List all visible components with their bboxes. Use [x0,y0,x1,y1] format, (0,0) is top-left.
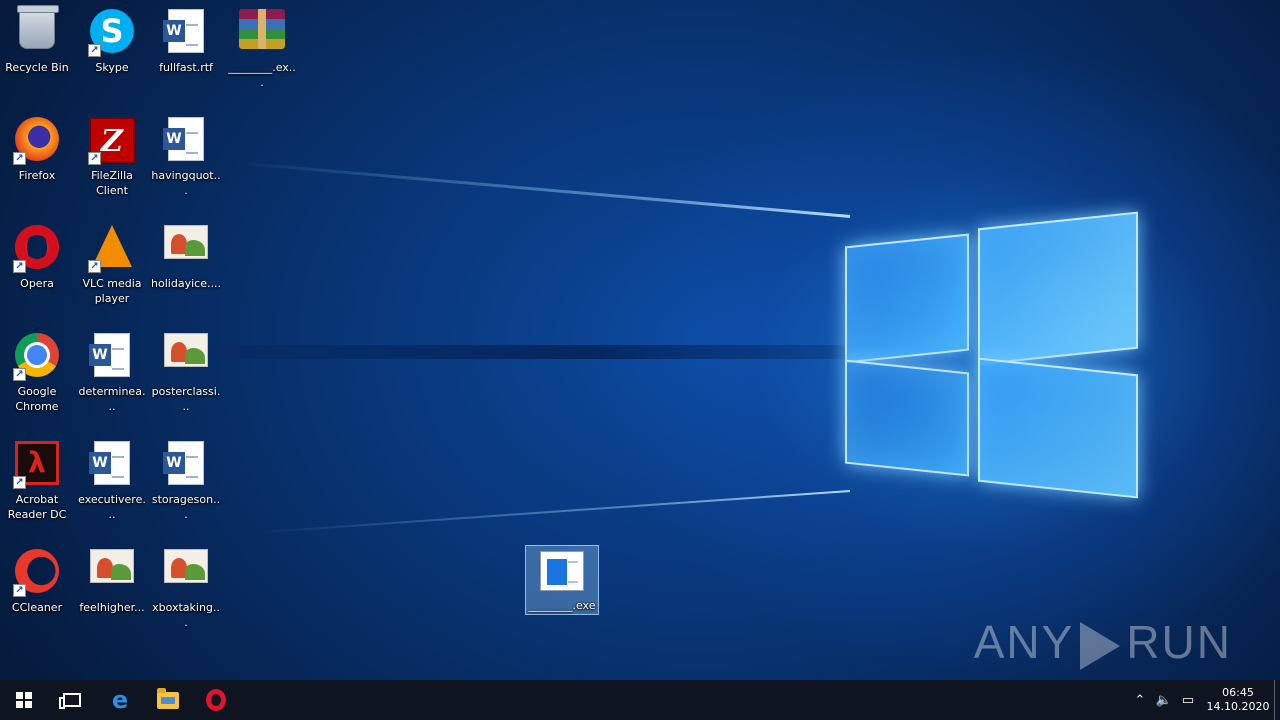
firefox-icon: ↗ [13,117,61,165]
desktop-icon-document[interactable]: havingquot... [149,110,223,210]
desktop-icon-document[interactable]: determinea... [75,326,149,426]
desktop-icon-filezilla[interactable]: Z ↗ FileZilla Client [75,110,149,210]
desktop-icon-label: CCleaner [11,601,63,614]
desktop-icon-label: posterclassi... [151,385,221,413]
ccleaner-icon: ↗ [13,549,61,597]
desktop-icon-label: xboxtaking... [152,601,220,629]
word-document-icon [162,441,210,489]
wallpaper-windows-logo-pane [845,359,969,477]
desktop-icon-label: Acrobat Reader DC [7,493,67,521]
desktop-icon-image[interactable]: posterclassi... [149,326,223,426]
anyrun-watermark: ANY RUN [974,616,1232,670]
desktop-icon-label: ________.exe [528,599,596,612]
start-button[interactable] [0,680,48,720]
system-tray: ⌃ 🔈 ▭ 06:45 14.10.2020 [1128,680,1280,720]
winrar-archive-icon [238,9,286,57]
desktop-icon-recycle-bin[interactable]: Recycle Bin [0,2,74,102]
windows-logo-icon [16,692,32,708]
desktop-icon-label: Firefox [18,169,56,182]
edge-icon: e [111,686,129,714]
desktop-icon-document[interactable]: storageson... [149,434,223,534]
shortcut-arrow-icon: ↗ [13,368,26,381]
desktop-icon-label: executivere... [78,493,146,521]
image-file-icon [162,549,210,597]
watermark-text-right: RUN [1126,616,1232,669]
shortcut-arrow-icon: ↗ [13,260,26,273]
wallpaper-windows-logo-pane [978,211,1138,366]
clock-date: 14.10.2020 [1206,700,1270,713]
opera-icon: ↗ [13,225,61,273]
word-document-icon [162,9,210,57]
shortcut-arrow-icon: ↗ [88,44,101,57]
acrobat-icon: λ ↗ [13,441,61,489]
desktop-icon-label: FileZilla Client [91,169,133,197]
desktop-icon-opera[interactable]: ↗ Opera [0,218,74,318]
desktop-icon-acrobat-reader[interactable]: λ ↗ Acrobat Reader DC [0,434,74,534]
desktop-icon-executable[interactable]: ________.exe [525,545,599,615]
desktop-icon-label: Opera [20,277,54,290]
desktop-icon-label: fullfast.rtf [159,61,213,74]
word-document-icon [162,117,210,165]
shortcut-arrow-icon: ↗ [88,260,101,273]
show-desktop-button[interactable] [1274,680,1280,720]
volume-icon[interactable]: 🔈 [1152,693,1176,708]
desktop-icon-label: ________.ex... [228,61,296,89]
word-document-icon [88,441,136,489]
desktop-icon-document[interactable]: executivere... [75,434,149,534]
desktop-icon-label: holidayice.... [151,277,221,290]
desktop-icon-image[interactable]: holidayice.... [149,218,223,318]
desktop-icon-label: storageson... [151,493,221,521]
folder-icon [157,687,179,709]
opera-icon [206,689,226,711]
clock[interactable]: 06:45 14.10.2020 [1206,686,1270,714]
shortcut-arrow-icon: ↗ [13,584,26,597]
chevron-up-icon[interactable]: ⌃ [1128,693,1152,708]
shortcut-arrow-icon: ↗ [13,476,26,489]
taskbar: e ⌃ 🔈 ▭ 06:45 14.10.2020 [0,680,1280,720]
wallpaper-light-beam [251,490,851,534]
desktop-icon-label: Skype [95,61,129,74]
chrome-icon: ↗ [13,333,61,381]
watermark-text-left: ANY [973,616,1075,669]
desktop[interactable]: Recycle Bin ↗ Firefox ↗ Opera ↗ Google C… [0,0,1280,680]
clock-time: 06:45 [1222,686,1254,699]
desktop-icon-label: VLC media player [82,277,142,305]
word-document-icon [88,333,136,381]
desktop-icon-archive[interactable]: ________.ex... [225,2,299,102]
desktop-icon-ccleaner[interactable]: ↗ CCleaner [0,542,74,642]
skype-icon: S ↗ [88,9,136,57]
desktop-icon-label: Google Chrome [15,385,59,413]
desktop-icon-label: havingquot... [151,169,221,197]
recycle-bin-icon [13,5,61,57]
desktop-icon-firefox[interactable]: ↗ Firefox [0,110,74,210]
desktop-icon-image[interactable]: xboxtaking... [149,542,223,642]
desktop-icon-google-chrome[interactable]: ↗ Google Chrome [0,326,74,426]
vlc-icon: ↗ [88,225,136,273]
executable-icon [538,551,586,595]
shortcut-arrow-icon: ↗ [13,152,26,165]
task-view-button[interactable] [48,680,96,720]
desktop-icon-skype[interactable]: S ↗ Skype [75,2,149,102]
play-icon [1080,622,1121,670]
network-icon[interactable]: ▭ [1176,693,1200,708]
taskbar-file-explorer-button[interactable] [144,680,192,720]
wallpaper-windows-logo-pane [845,233,969,364]
desktop-icon-label: Recycle Bin [5,61,69,74]
wallpaper-light-beam [232,160,851,218]
task-view-icon [59,693,81,709]
image-file-icon [162,225,210,273]
desktop-icon-label: determinea... [78,385,146,413]
image-file-icon [88,549,136,597]
desktop-icon-image[interactable]: feelhigher... [75,542,149,642]
desktop-icon-label: feelhigher... [79,601,145,614]
desktop-icon-vlc[interactable]: ↗ VLC media player [75,218,149,318]
wallpaper-windows-logo-pane [978,357,1138,499]
taskbar-edge-button[interactable]: e [96,680,144,720]
shortcut-arrow-icon: ↗ [88,152,101,165]
wallpaper-shadow-beam [180,345,850,359]
desktop-icon-document[interactable]: fullfast.rtf [149,2,223,102]
image-file-icon [162,333,210,381]
taskbar-opera-button[interactable] [192,680,240,720]
filezilla-icon: Z ↗ [88,117,136,165]
